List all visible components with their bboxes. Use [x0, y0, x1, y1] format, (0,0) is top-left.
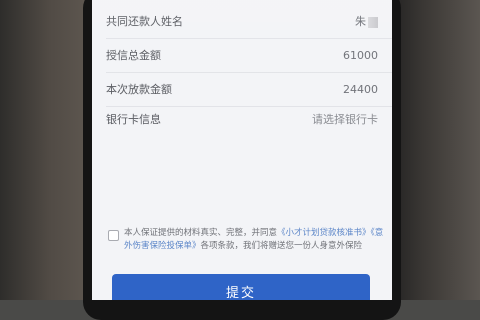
co-borrower-name-value: 朱 [355, 13, 378, 29]
agreement-suffix: 各项条款，我们将赠送您一份人身意外保险 [200, 241, 363, 251]
agreement-text: 本人保证提供的材料真实、完整，并同意《小才计划贷款核准书》《意外伤害保险投保单》… [124, 227, 384, 253]
co-borrower-name-label: 共同还款人姓名 [106, 15, 183, 28]
credit-total-label: 授信总金额 [106, 49, 161, 62]
loan-amount-label: 本次放款金额 [106, 83, 172, 96]
phone-screen: 共同还款人姓名 朱 授信总金额 61000 本次放款金额 24400 银行卡信息… [92, 0, 392, 300]
form-row-co-borrower-name[interactable]: 共同还款人姓名 朱 [92, 4, 392, 38]
photo-background-left [0, 0, 90, 300]
form-row-bank-card[interactable]: 银行卡信息 请选择银行卡 [92, 102, 392, 136]
form-row-loan-amount: 本次放款金额 24400 [92, 72, 392, 106]
form-row-credit-total: 授信总金额 61000 [92, 38, 392, 72]
agreement-prefix: 本人保证提供的材料真实、完整，并同意 [124, 228, 278, 238]
submit-button[interactable]: 提交 [112, 274, 370, 300]
agreement-checkbox[interactable] [108, 230, 119, 241]
loan-amount-value: 24400 [343, 82, 378, 96]
credit-total-value: 61000 [343, 48, 378, 62]
bank-card-select[interactable]: 请选择银行卡 [312, 111, 378, 127]
loan-approval-link[interactable]: 《小才计划贷款核准书》 [277, 228, 371, 238]
redaction-mark [368, 16, 378, 28]
bank-card-label: 银行卡信息 [106, 113, 161, 126]
